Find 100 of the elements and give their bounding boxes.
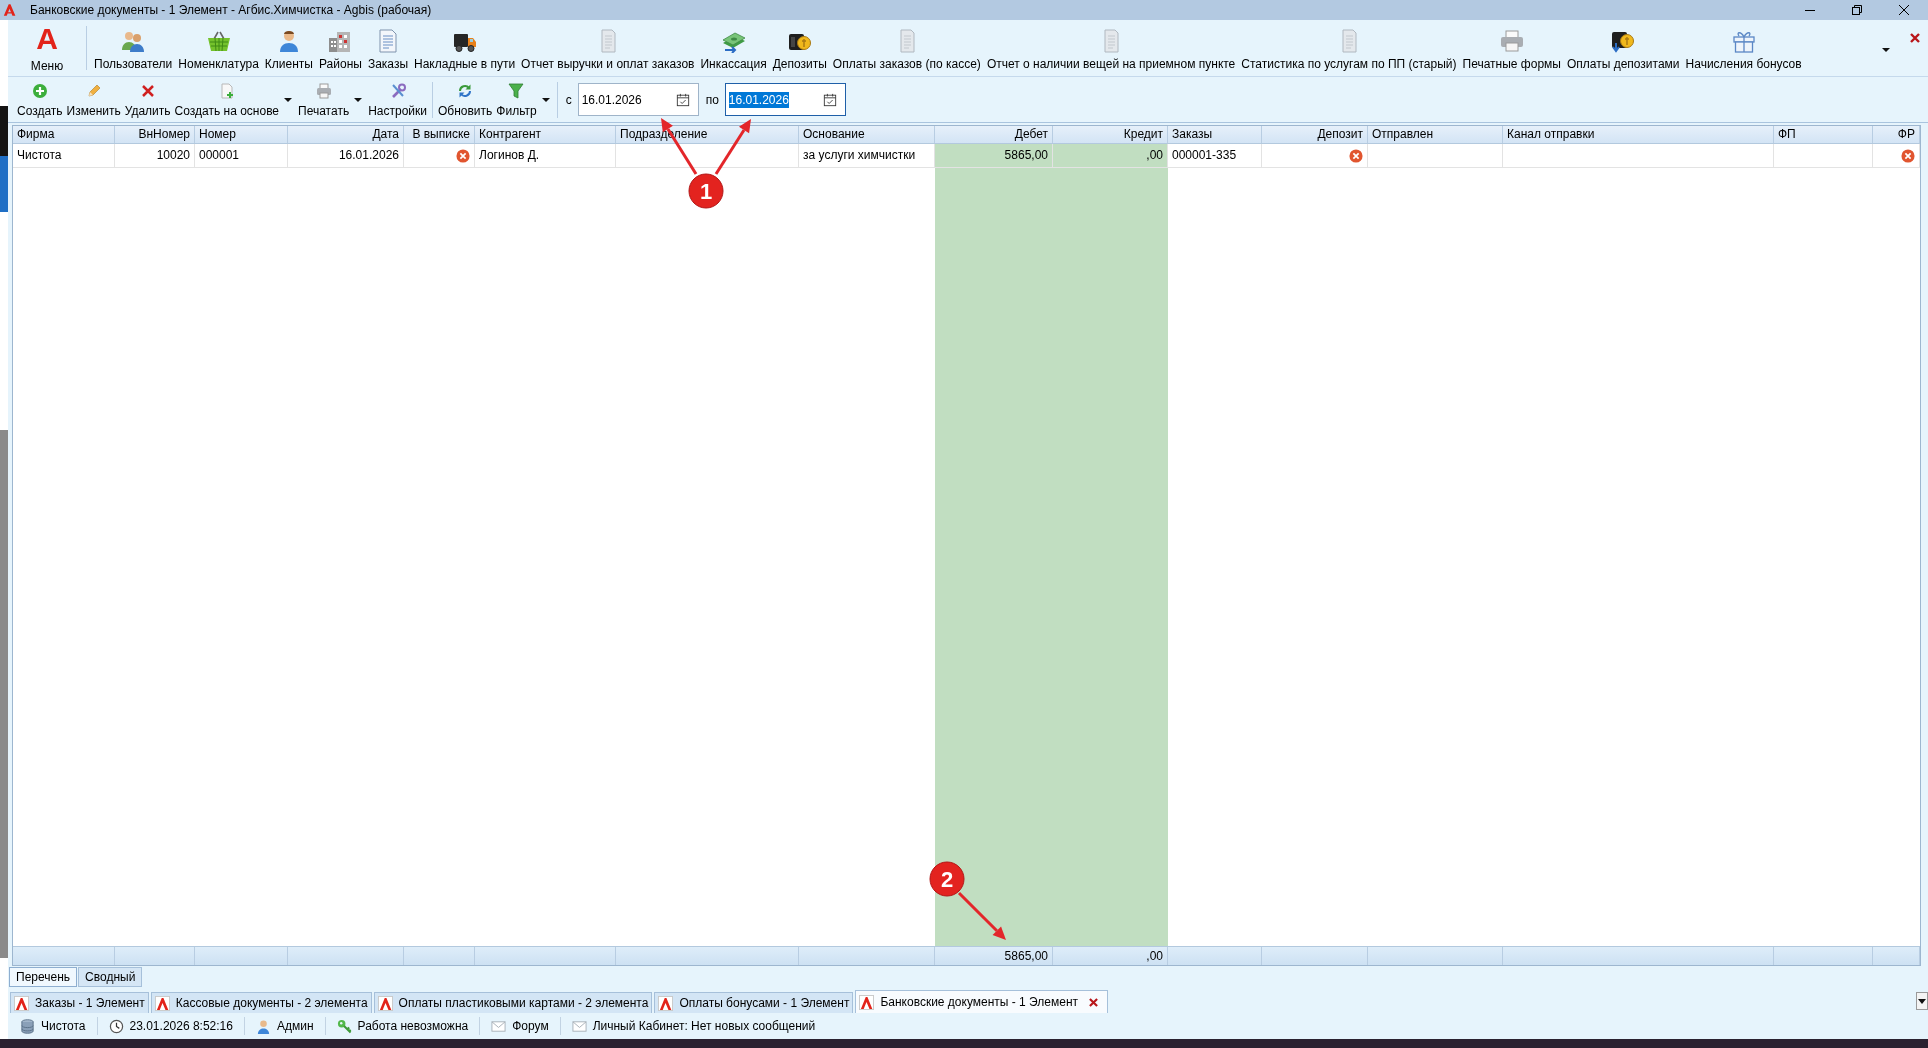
clock-icon	[108, 1018, 124, 1034]
table-cell: ,00	[1053, 144, 1168, 168]
caret-icon[interactable]	[354, 97, 363, 102]
callout-badge: 1	[688, 173, 724, 209]
toolbar-button[interactable]: Клиенты	[264, 20, 313, 76]
close-icon[interactable]	[1899, 5, 1909, 15]
annotation-arrow	[714, 119, 751, 175]
table-cell: 16.01.2026	[288, 144, 404, 168]
user-icon	[255, 1018, 271, 1034]
wallet-coin-icon	[1611, 29, 1636, 53]
toolbar-button[interactable]: Районы	[319, 20, 362, 76]
view-tab[interactable]: Сводный	[78, 967, 143, 987]
column-header[interactable]: Контрагент	[475, 126, 616, 143]
printer-icon	[315, 83, 332, 99]
table-cell: 000001-335	[1168, 144, 1262, 168]
toolbar-button[interactable]: Статистика по услугам по ПП (старый)	[1241, 20, 1457, 76]
caret-icon[interactable]	[284, 97, 293, 102]
close-icon[interactable]	[1089, 997, 1099, 1007]
cross-icon	[139, 83, 156, 99]
column-header[interactable]: Дебет	[935, 126, 1053, 143]
status-text: Админ	[276, 1019, 314, 1033]
toolbar-button[interactable]: Обновить	[438, 77, 493, 122]
pencil-icon	[85, 83, 102, 99]
add-icon	[31, 83, 48, 99]
column-header[interactable]: Отправлен	[1368, 126, 1503, 143]
toolbar-button[interactable]: Отчет о наличии вещей на приемном пункте	[986, 20, 1236, 76]
column-header[interactable]: ФР	[1873, 126, 1920, 143]
document-tab[interactable]: Оплаты пластиковыми картами - 2 элемента	[373, 992, 653, 1013]
app-logo-icon	[3, 3, 16, 17]
column-header[interactable]: ВнНомер	[115, 126, 195, 143]
document-tab[interactable]: Банковские документы - 1 Элемент	[855, 990, 1109, 1013]
toolbar-button[interactable]: Инкассация	[700, 20, 767, 76]
restore-icon[interactable]	[1852, 5, 1862, 15]
toolbar-button[interactable]: Настройки	[368, 77, 427, 122]
table-cell: 10020	[115, 144, 195, 168]
calendar-icon[interactable]	[822, 92, 837, 107]
total-cell: 5865,00	[935, 947, 1053, 965]
window-title: Банковские документы - 1 Элемент - Агбис.Химчистка - Agbis (рабочая)	[30, 3, 432, 17]
document-tab[interactable]: Кассовые документы - 2 элемента	[150, 992, 372, 1013]
status-text: Чистота	[41, 1019, 86, 1033]
column-header[interactable]: ФП	[1774, 126, 1873, 143]
caret-icon[interactable]	[1882, 48, 1890, 52]
basket-icon	[206, 29, 231, 53]
date-field[interactable]: 16.01.2026	[577, 83, 699, 116]
envelope-icon	[491, 1018, 507, 1034]
status-text: 23.01.2026 8:52:16	[129, 1019, 233, 1033]
column-header[interactable]: Дата	[288, 126, 404, 143]
document-tab[interactable]: Оплаты бонусами - 1 Элемент	[654, 992, 854, 1013]
key-icon	[336, 1018, 352, 1034]
toolbar-button[interactable]: Создать на основе	[174, 77, 280, 122]
toolbar-button[interactable]: Пользователи	[94, 20, 173, 76]
caret-icon[interactable]	[541, 97, 550, 102]
column-header[interactable]: Заказы	[1168, 126, 1262, 143]
status-text: Личный Кабинет: Нет новых сообщений	[592, 1019, 816, 1033]
users-icon	[121, 29, 146, 53]
table-cell: Логинов Д.	[475, 144, 616, 168]
printer-icon	[1499, 29, 1524, 53]
toolbar-button[interactable]: Изменить	[66, 77, 121, 122]
app-logo-icon	[859, 994, 875, 1010]
annotation-arrow	[957, 891, 1006, 940]
column-header[interactable]: Кредит	[1053, 126, 1168, 143]
toolbar-button[interactable]: Печатные формы	[1462, 20, 1561, 76]
toolbar-button[interactable]: Фильтр	[496, 77, 537, 122]
envelope-icon	[571, 1018, 587, 1034]
toolbar-button[interactable]: Удалить	[124, 77, 171, 122]
toolbar-button[interactable]: Накладные в пути	[414, 20, 516, 76]
gift-icon	[1731, 29, 1756, 53]
toolbar-button[interactable]: Депозиты	[772, 20, 827, 76]
calendar-icon[interactable]	[675, 92, 690, 107]
toolbar-button[interactable]: Создать	[17, 77, 63, 122]
toolbar-button[interactable]: Начисления бонусов	[1685, 20, 1802, 76]
toolbar-button[interactable]: Печатать	[298, 77, 350, 122]
tools-icon	[389, 83, 406, 99]
callout-badge: 2	[929, 861, 965, 897]
table-cell: Чистота	[13, 144, 115, 168]
field-label: с	[565, 92, 572, 107]
document-tab[interactable]: Заказы - 1 Элемент	[10, 992, 149, 1013]
filter-icon	[508, 83, 525, 99]
app-logo: A	[36, 24, 58, 54]
field-label: по	[705, 92, 719, 107]
toolbar-button[interactable]: Оплаты депозитами	[1566, 20, 1680, 76]
toolbar-button[interactable]: Заказы	[367, 20, 408, 76]
column-header[interactable]: Номер	[195, 126, 288, 143]
toolbar-button[interactable]: Номенклатура	[178, 20, 259, 76]
column-header[interactable]: Канал отправки	[1503, 126, 1774, 143]
table-cell: 000001	[195, 144, 288, 168]
date-field[interactable]: 16.01.2026	[724, 83, 846, 116]
refresh-icon	[457, 83, 474, 99]
column-header[interactable]: В выписке	[404, 126, 475, 143]
column-header[interactable]: Фирма	[13, 126, 115, 143]
toolbar-button[interactable]: Отчет выручки и оплат заказов	[521, 20, 695, 76]
toolbar-button[interactable]: Оплаты заказов (по кассе)	[832, 20, 981, 76]
app-logo-icon	[14, 995, 29, 1011]
view-tab[interactable]: Перечень	[9, 967, 78, 987]
buildings-icon	[328, 29, 353, 53]
column-header[interactable]: Основание	[799, 126, 935, 143]
menu-button[interactable]: A Меню	[28, 20, 66, 76]
close-icon[interactable]	[1910, 33, 1920, 43]
database-icon	[20, 1018, 35, 1034]
column-header[interactable]: Депозит	[1262, 126, 1368, 143]
